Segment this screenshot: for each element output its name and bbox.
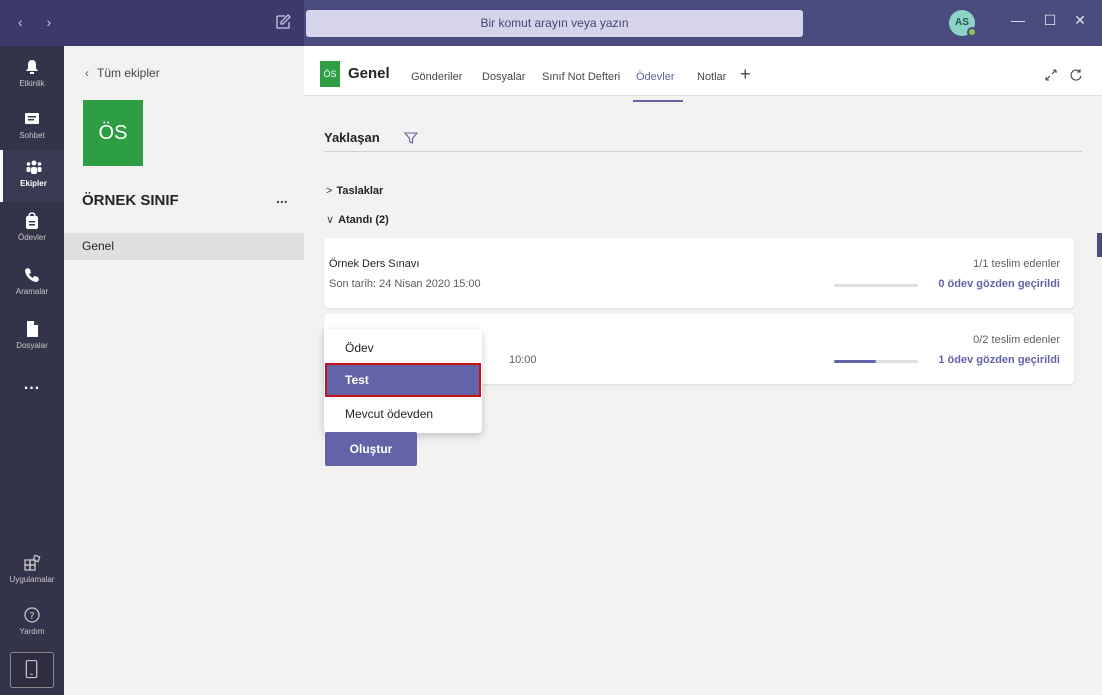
rail-label: Etkinlik	[19, 79, 45, 88]
rail-label: Uygulamalar	[9, 575, 55, 584]
avatar-initials: AS	[955, 17, 969, 28]
chevron-right-icon: >	[326, 185, 333, 197]
submission-count: 0/2 teslim edenler	[973, 334, 1060, 346]
teams-icon	[26, 160, 41, 174]
rail-item-apps[interactable]: Uygulamalar	[0, 546, 64, 598]
team-tile: ÖS	[83, 100, 143, 166]
rail-label: Ödevler	[17, 233, 46, 242]
upcoming-label: Yaklaşan	[324, 130, 380, 145]
avatar[interactable]: AS	[949, 10, 977, 37]
chat-icon	[25, 113, 39, 124]
assignment-due-date: Son tarih: 24 Nisan 2020 15:00	[329, 278, 481, 290]
chevron-left-icon: ‹	[85, 66, 89, 80]
tab-assignments[interactable]: Ödevler	[636, 71, 675, 83]
filter-row: Yaklaşan	[324, 130, 1082, 152]
filter-icon[interactable]	[404, 131, 418, 145]
channel-header: ÖS Genel Gönderiler Dosyalar Sınıf Not D…	[304, 46, 1102, 96]
team-pane: ‹ Tüm ekipler ÖS ÖRNEK SINIF ... Genel	[64, 46, 304, 695]
assignments-icon	[26, 212, 38, 229]
active-tab-indicator	[633, 100, 683, 102]
section-drafts[interactable]: > Taslaklar	[326, 185, 383, 197]
menu-item-quiz[interactable]: Test	[325, 363, 481, 397]
assignment-due-date: 10:00	[509, 354, 537, 366]
channel-badge: ÖS	[320, 61, 340, 87]
rail-item-teams[interactable]: Ekipler	[0, 150, 64, 202]
rail-item-calls[interactable]: Aramalar	[0, 258, 64, 310]
team-more-options-icon[interactable]: ...	[276, 190, 288, 206]
create-menu: Ödev Test Mevcut ödevden	[324, 329, 482, 433]
review-progress-bar	[834, 284, 918, 287]
close-icon[interactable]: ✕	[1070, 12, 1090, 29]
section-label: Taslaklar	[336, 185, 384, 197]
tab-grades[interactable]: Notlar	[697, 71, 726, 83]
rail-item-chat[interactable]: Sohbet	[0, 102, 64, 154]
rail-label: Aramalar	[15, 287, 49, 296]
menu-item-assignment[interactable]: Ödev	[324, 332, 482, 364]
team-name: ÖRNEK SINIF	[82, 192, 179, 209]
assignment-name: Örnek Ders Sınavı	[329, 258, 420, 270]
more-apps-button[interactable]: ...	[0, 376, 64, 394]
device-button[interactable]	[10, 652, 54, 688]
all-teams-label: Tüm ekipler	[97, 66, 160, 80]
review-count-link[interactable]: 0 ödev gözden geçirildi	[938, 278, 1060, 290]
all-teams-link[interactable]: ‹ Tüm ekipler	[85, 66, 160, 80]
menu-item-label: Ödev	[345, 341, 374, 355]
refresh-icon[interactable]	[1069, 68, 1083, 82]
menu-item-from-existing[interactable]: Mevcut ödevden	[324, 398, 482, 430]
section-label: Atandı (2)	[338, 214, 389, 226]
app-rail: Etkinlik Sohbet Ekipler Ödevler Aramalar…	[0, 46, 64, 695]
search-input[interactable]: Bir komut arayın veya yazın	[306, 10, 803, 37]
title-bar: ‹ › Bir komut arayın veya yazın AS — ☐ ✕	[0, 0, 1102, 46]
add-tab-button[interactable]: +	[740, 64, 751, 85]
section-assigned[interactable]: ∨ Atandı (2)	[326, 213, 389, 226]
rail-label: Yardım	[19, 627, 45, 636]
channel-title: Genel	[348, 65, 390, 82]
rail-label: Ekipler	[20, 179, 47, 188]
channel-label: Genel	[82, 239, 115, 253]
rail-item-files[interactable]: Dosyalar	[0, 312, 64, 364]
phone-icon	[25, 268, 39, 282]
main-content: ÖS Genel Gönderiler Dosyalar Sınıf Not D…	[304, 46, 1102, 695]
files-icon	[27, 321, 38, 337]
svg-text:?: ?	[29, 611, 34, 622]
help-icon: ?	[24, 607, 40, 623]
presence-available-icon	[967, 27, 977, 37]
review-progress-bar	[834, 360, 918, 363]
title-bar-left: ‹ ›	[0, 0, 304, 46]
review-progress-fill	[834, 360, 876, 363]
rail-item-help[interactable]: ? Yardım	[0, 598, 64, 650]
apps-icon	[24, 554, 41, 571]
rail-item-activity[interactable]: Etkinlik	[0, 50, 64, 102]
compose-icon[interactable]	[274, 13, 292, 31]
menu-item-label: Test	[345, 373, 369, 387]
tab-files[interactable]: Dosyalar	[482, 71, 525, 83]
scroll-edge-marker	[1097, 233, 1102, 257]
tab-class-notebook[interactable]: Sınıf Not Defteri	[542, 71, 620, 83]
minimize-icon[interactable]: —	[1008, 12, 1028, 28]
rail-label: Dosyalar	[16, 341, 48, 350]
rail-label: Sohbet	[19, 131, 45, 140]
rail-item-assignments[interactable]: Ödevler	[0, 204, 64, 256]
bell-icon	[26, 60, 38, 74]
mobile-device-icon	[25, 659, 38, 679]
expand-icon[interactable]	[1044, 68, 1058, 82]
submission-count: 1/1 teslim edenler	[973, 258, 1060, 270]
menu-item-label: Mevcut ödevden	[345, 407, 434, 421]
review-count-link[interactable]: 1 ödev gözden geçirildi	[938, 354, 1060, 366]
assignment-card[interactable]: Örnek Ders Sınavı Son tarih: 24 Nisan 20…	[324, 238, 1074, 308]
tab-posts[interactable]: Gönderiler	[411, 71, 462, 83]
chevron-down-icon: ∨	[326, 214, 335, 226]
history-nav[interactable]: ‹ ›	[18, 14, 61, 30]
create-button[interactable]: Oluştur	[325, 432, 417, 466]
channel-item-genel[interactable]: Genel	[64, 233, 304, 260]
maximize-icon[interactable]: ☐	[1040, 12, 1060, 29]
